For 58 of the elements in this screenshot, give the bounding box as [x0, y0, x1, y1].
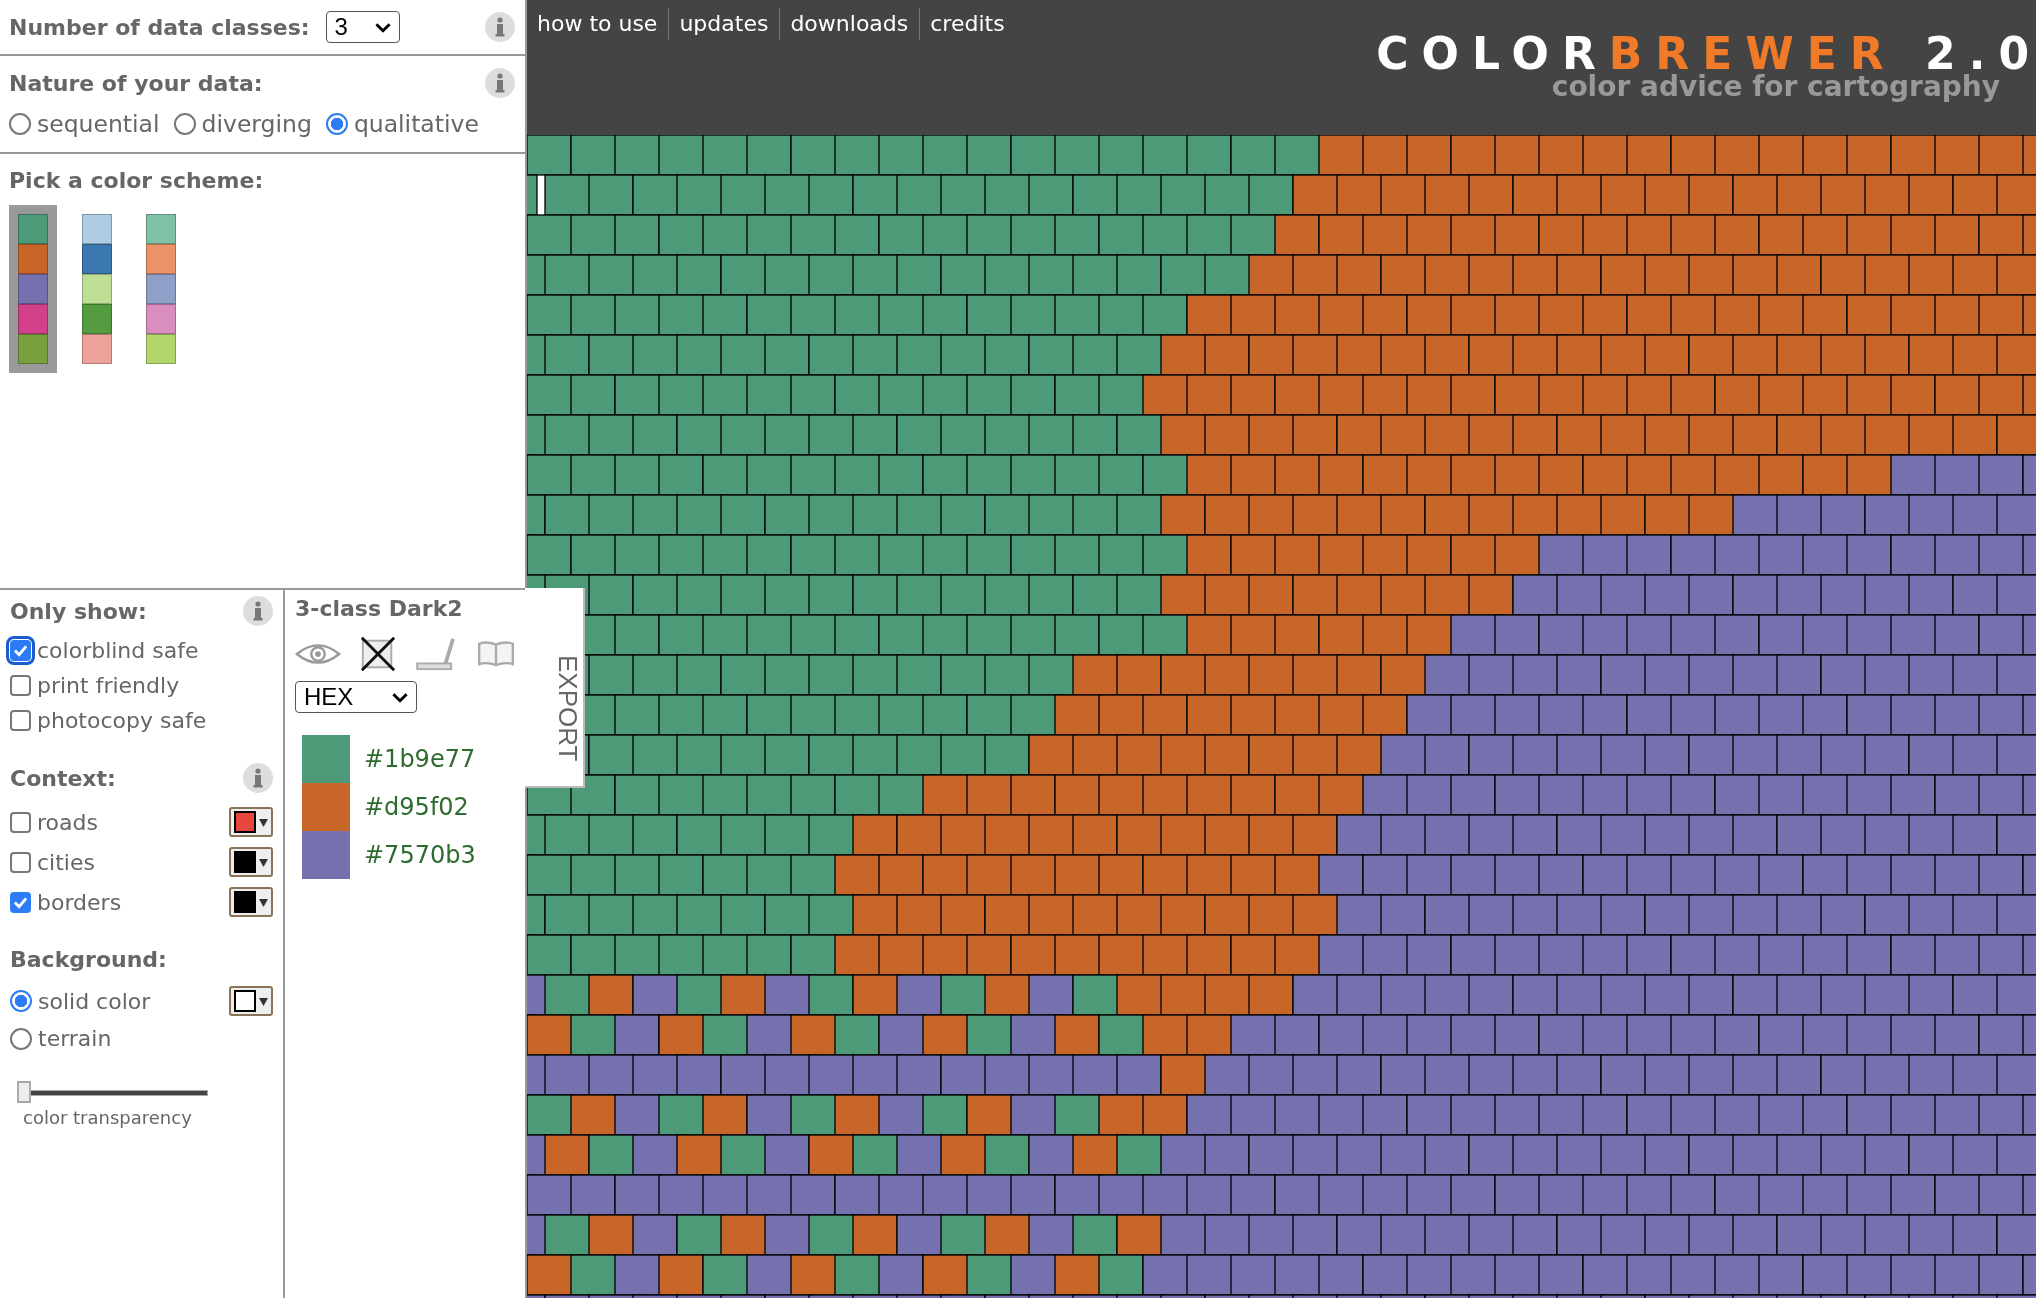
caret-icon [259, 897, 268, 907]
section-heading: Only show: [10, 598, 147, 624]
radio-label: solid color [38, 988, 151, 1014]
crossed-copy-icon[interactable] [359, 635, 397, 673]
export-tab[interactable]: EXPORT [525, 588, 585, 788]
hex-code: #d95f02 [364, 793, 469, 821]
radio-button[interactable] [173, 113, 196, 135]
color-picker[interactable] [229, 986, 273, 1016]
checkbox[interactable] [10, 851, 31, 873]
eye-icon[interactable] [295, 642, 341, 666]
color-picker[interactable] [229, 847, 273, 877]
checkbox-label: photocopy safe [37, 708, 207, 733]
slider-thumb[interactable] [17, 1081, 31, 1103]
radio-button[interactable] [325, 113, 348, 135]
section-heading: Background: [10, 947, 168, 972]
hex-code: #1b9e77 [364, 745, 476, 773]
nav-link[interactable]: updates [668, 8, 780, 40]
checkbox-label: print friendly [37, 673, 180, 698]
checkbox-label: roads [37, 809, 98, 835]
section-heading: Context: [10, 765, 116, 791]
radio-button[interactable] [9, 113, 31, 135]
section-heading: Pick a color scheme: [9, 168, 265, 193]
radio-label: diverging [201, 110, 312, 138]
info-icon[interactable] [485, 68, 515, 98]
checkbox-label: colorblind safe [37, 638, 199, 663]
checkbox[interactable] [10, 811, 31, 833]
caret-icon [374, 21, 391, 33]
nav-link[interactable]: downloads [779, 8, 920, 40]
checkbox-label: borders [37, 889, 122, 915]
checkbox-label: cities [37, 849, 95, 875]
nav-link[interactable]: credits [919, 8, 1016, 40]
color-scheme-option[interactable] [9, 205, 57, 373]
book-icon[interactable] [477, 640, 515, 668]
caret-icon [392, 691, 408, 703]
radio-button[interactable] [10, 990, 32, 1012]
checkbox[interactable] [10, 710, 31, 731]
color-picker[interactable] [229, 887, 273, 917]
radio-label: terrain [38, 1026, 112, 1051]
info-icon[interactable] [485, 12, 515, 42]
info-icon[interactable] [243, 596, 273, 626]
caret-icon [259, 996, 268, 1006]
caret-icon [259, 857, 268, 867]
radio-label: qualitative [353, 110, 479, 138]
format-select[interactable]: HEX [295, 681, 417, 713]
section-heading: Nature of your data: [9, 70, 263, 96]
section-heading: Number of data classes: [9, 14, 310, 40]
radio-label: sequential [37, 110, 160, 138]
hex-code: #7570b3 [364, 841, 476, 869]
info-icon[interactable] [243, 763, 273, 793]
slider-label: color transparency [23, 1107, 193, 1128]
checkbox[interactable] [10, 675, 31, 696]
checkbox[interactable] [10, 891, 31, 913]
caret-icon [259, 817, 268, 827]
scheme-title: 3-class Dark2 [295, 596, 464, 621]
color-picker[interactable] [229, 807, 273, 837]
classes-select[interactable]: 3 [325, 11, 400, 43]
radio-button[interactable] [10, 1027, 32, 1050]
nav-link[interactable]: how to use [537, 8, 669, 40]
